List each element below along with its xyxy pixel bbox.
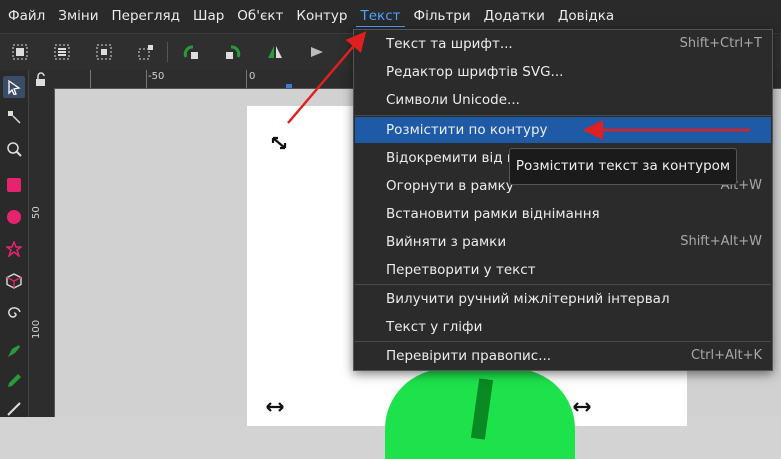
annotation-arrow-to-text-menu — [287, 31, 367, 124]
annotation-arrows — [287, 31, 750, 140]
